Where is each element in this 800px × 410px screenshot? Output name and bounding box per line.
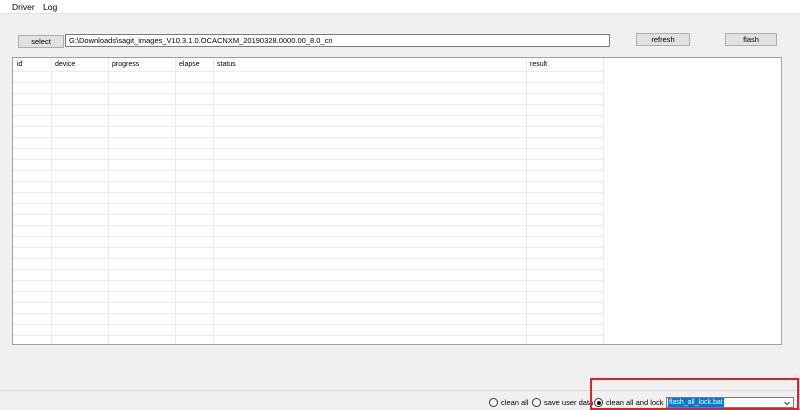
- column-header-status[interactable]: status: [217, 61, 236, 68]
- grid-row-line: [13, 192, 604, 193]
- grid-row-line: [13, 104, 604, 105]
- grid-row-line: [13, 159, 604, 160]
- chevron-down-icon[interactable]: [783, 399, 791, 407]
- clean-all-radio[interactable]: [489, 398, 498, 407]
- grid-row-line: [13, 115, 604, 116]
- grid-row-line: [13, 269, 604, 270]
- grid-row-line: [13, 302, 604, 303]
- image-path-input[interactable]: G:\Downloads\sagit_images_V10.3.1.0.OCAC…: [65, 34, 610, 47]
- column-header-device[interactable]: device: [55, 61, 75, 68]
- grid-row-line: [13, 137, 604, 138]
- menu-bar: Driver Log: [0, 0, 800, 14]
- script-select-value: flash_all_lock.bat: [668, 398, 724, 407]
- device-list[interactable]: id device progress elapse status result: [12, 57, 782, 345]
- clean-all-and-lock-radio[interactable]: [594, 398, 603, 407]
- grid-row-line: [13, 291, 604, 292]
- grid-row-line: [13, 82, 604, 83]
- select-button[interactable]: select: [18, 35, 64, 48]
- grid-row-line: [13, 280, 604, 281]
- column-header-elapse[interactable]: elapse: [179, 61, 200, 68]
- save-user-data-radio[interactable]: [532, 398, 541, 407]
- column-header-id[interactable]: id: [17, 61, 22, 68]
- menu-driver[interactable]: Driver: [12, 2, 35, 12]
- grid-row-line: [13, 313, 604, 314]
- grid-row-line: [13, 148, 604, 149]
- grid-row-line: [13, 203, 604, 204]
- grid-row-line: [13, 181, 604, 182]
- grid-row-line: [13, 225, 604, 226]
- grid-row-line: [13, 247, 604, 248]
- grid-row-line: [13, 170, 604, 171]
- menu-log[interactable]: Log: [43, 2, 57, 12]
- grid-row-line: [13, 214, 604, 215]
- grid-row-line: [13, 126, 604, 127]
- clean-all-and-lock-label[interactable]: clean all and lock: [606, 398, 664, 407]
- grid-row-line: [13, 236, 604, 237]
- grid-row-line: [13, 324, 604, 325]
- clean-all-label[interactable]: clean all: [501, 398, 529, 407]
- flash-button[interactable]: flash: [725, 33, 777, 46]
- column-header-result[interactable]: result: [530, 61, 547, 68]
- save-user-data-label[interactable]: save user data: [544, 398, 593, 407]
- column-header-progress[interactable]: progress: [112, 61, 139, 68]
- grid-row-line: [13, 258, 604, 259]
- grid-row-line: [13, 335, 604, 336]
- grid-row-line: [13, 71, 604, 72]
- script-select[interactable]: flash_all_lock.bat: [666, 397, 794, 408]
- refresh-button[interactable]: refresh: [636, 33, 690, 46]
- grid-row-line: [13, 93, 604, 94]
